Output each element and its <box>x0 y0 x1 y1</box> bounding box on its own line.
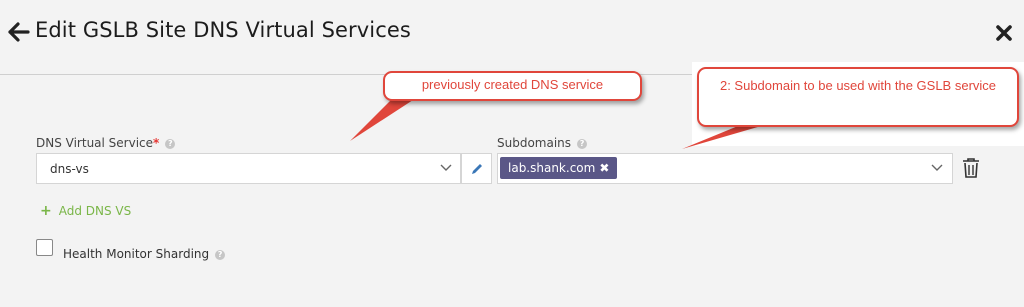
annotation-callout-dns-service: previously created DNS service <box>383 71 642 101</box>
annotation-callout-subdomain: 2: Subdomain to be used with the GSLB se… <box>697 67 1019 127</box>
annotation-arrows <box>350 96 768 149</box>
